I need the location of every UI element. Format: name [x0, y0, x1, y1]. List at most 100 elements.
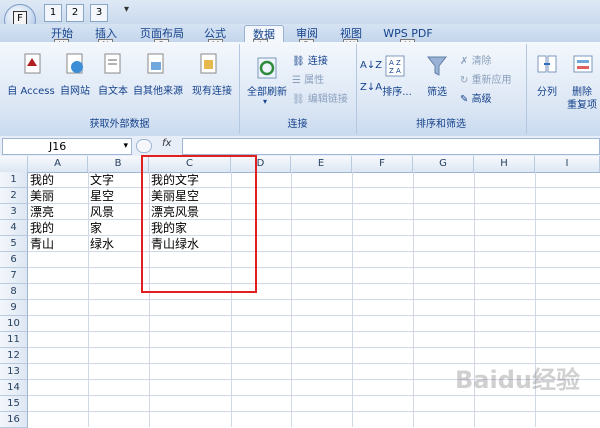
fx-area: fx — [134, 138, 180, 153]
properties-label: 属性 — [304, 75, 325, 86]
group-label-connections: 连接 — [287, 119, 308, 130]
row-header[interactable]: 4 — [0, 220, 28, 236]
column-header-g[interactable]: G — [413, 156, 474, 172]
row-header[interactable]: 1 — [0, 172, 28, 188]
row-header[interactable]: 14 — [0, 380, 28, 396]
row-header[interactable]: 3 — [0, 204, 28, 220]
edit-links-label: 编辑链接 — [307, 94, 348, 105]
reapply-label: 重新应用 — [471, 75, 512, 86]
cell-b1[interactable]: 文字 — [88, 172, 149, 188]
row-header[interactable]: 2 — [0, 188, 28, 204]
row-header[interactable]: 6 — [0, 252, 28, 268]
other-sources-icon — [145, 52, 167, 79]
customize-qa-icon[interactable]: ▾ — [124, 4, 129, 15]
cell-b2[interactable]: 星空 — [88, 188, 149, 204]
cell-b5[interactable]: 绿水 — [88, 236, 149, 252]
svg-text:A: A — [389, 59, 394, 67]
svg-text:Z: Z — [389, 67, 394, 75]
watermark-logo: Baidu经验 — [455, 366, 580, 394]
group-label-external: 获取外部数据 — [89, 119, 150, 130]
row-header[interactable]: 12 — [0, 348, 28, 364]
remove-duplicates-label-2: 重复项 — [567, 100, 597, 111]
sort-za-icon[interactable]: Z↓A — [360, 82, 382, 93]
cell-a1[interactable]: 我的 — [28, 172, 88, 188]
name-box-dropdown-icon[interactable]: ▾ — [123, 139, 128, 154]
column-header-h[interactable]: H — [474, 156, 535, 172]
group-label-sort: 排序和筛选 — [416, 119, 466, 130]
edit-links-icon: ⛓ — [292, 94, 308, 105]
grid-hline — [28, 315, 600, 316]
existing-connections-button[interactable]: 现有连接 — [188, 82, 236, 97]
text-file-icon — [102, 52, 124, 79]
row-header[interactable]: 10 — [0, 316, 28, 332]
from-access-button[interactable]: 自 Access — [5, 82, 57, 97]
save-button[interactable]: 1 — [44, 4, 62, 22]
web-icon — [64, 52, 86, 79]
column-header-i[interactable]: I — [535, 156, 600, 172]
select-all-corner[interactable] — [0, 156, 28, 172]
existing-connections-icon — [198, 52, 220, 79]
row-header[interactable]: 16 — [0, 412, 28, 428]
clear-icon: ✗ — [460, 56, 472, 67]
undo-button[interactable]: 2 — [66, 4, 84, 22]
redo-key: 3 — [95, 7, 103, 18]
advanced-label: 高级 — [471, 94, 492, 105]
advanced-button[interactable]: ✎ 高级 — [460, 90, 492, 105]
cell-a4[interactable]: 我的 — [28, 220, 88, 236]
column-header-f[interactable]: F — [352, 156, 413, 172]
grid-hline — [28, 331, 600, 332]
save-key: 1 — [49, 7, 57, 18]
column-header-b[interactable]: B — [88, 156, 149, 172]
filter-icon — [426, 54, 448, 81]
sort-az-icon[interactable]: A↓Z — [360, 60, 382, 71]
row-header[interactable]: 5 — [0, 236, 28, 252]
undo-key: 2 — [71, 7, 79, 18]
cell-b3[interactable]: 风景 — [88, 204, 149, 220]
cell-b4[interactable]: 家 — [88, 220, 149, 236]
clear-label: 清除 — [471, 56, 492, 67]
filter-button[interactable]: 筛选 — [420, 83, 454, 98]
access-icon — [22, 52, 44, 79]
cell-a5[interactable]: 青山 — [28, 236, 88, 252]
from-web-button[interactable]: 自网站 — [56, 82, 94, 97]
connections-label: 连接 — [307, 56, 328, 67]
formula-expand-icon[interactable] — [136, 139, 152, 153]
row-header[interactable]: 13 — [0, 364, 28, 380]
name-box-value: J16 — [49, 140, 67, 153]
row-header[interactable]: 9 — [0, 300, 28, 316]
edit-links-button[interactable]: ⛓ 编辑链接 — [292, 90, 348, 105]
row-header[interactable]: 8 — [0, 284, 28, 300]
text-to-columns-button[interactable]: 分列 — [532, 83, 562, 98]
svg-text:A: A — [396, 67, 401, 75]
row-header[interactable]: 11 — [0, 332, 28, 348]
formula-input[interactable] — [182, 138, 600, 155]
reapply-icon: ↻ — [460, 75, 472, 86]
insert-function-icon[interactable]: fx — [162, 138, 171, 149]
column-header-a[interactable]: A — [28, 156, 88, 172]
refresh-all-icon — [256, 56, 278, 83]
from-text-button[interactable]: 自文本 — [94, 82, 132, 97]
cell-a3[interactable]: 漂亮 — [28, 204, 88, 220]
text-to-columns-icon — [536, 52, 558, 79]
redo-button[interactable]: 3 — [90, 4, 108, 22]
grid-hline — [28, 283, 600, 284]
column-header-e[interactable]: E — [291, 156, 352, 172]
properties-button[interactable]: ☰ 属性 — [292, 71, 324, 86]
row-header[interactable]: 7 — [0, 268, 28, 284]
from-other-sources-button[interactable]: 自其他来源 — [132, 82, 184, 97]
refresh-all-button[interactable]: 全部刷新 — [244, 83, 290, 98]
clear-button[interactable]: ✗ 清除 — [460, 52, 492, 67]
sort-icon: AZZA — [384, 54, 406, 81]
cell-a2[interactable]: 美丽 — [28, 188, 88, 204]
name-box[interactable]: J16 ▾ — [2, 138, 132, 155]
grid-hline — [28, 299, 600, 300]
grid-hline — [28, 267, 600, 268]
highlight-box — [141, 155, 257, 293]
grid-hline — [28, 347, 600, 348]
row-header[interactable]: 15 — [0, 396, 28, 412]
reapply-button[interactable]: ↻ 重新应用 — [460, 71, 512, 86]
connections-button[interactable]: ⛓ 连接 — [292, 52, 328, 67]
sort-button[interactable]: 排序... — [380, 83, 414, 98]
advanced-icon: ✎ — [460, 94, 472, 105]
refresh-dropdown-icon[interactable]: ▾ — [263, 97, 267, 106]
